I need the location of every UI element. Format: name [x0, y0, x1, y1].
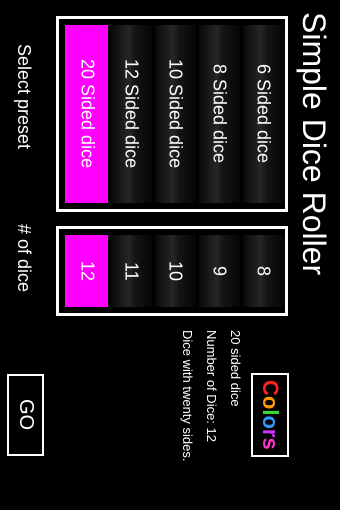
info-dice-description: Dice with twenty sides. — [180, 330, 195, 462]
go-button[interactable]: GO — [7, 374, 44, 456]
count-option[interactable]: 10 — [153, 235, 197, 307]
colors-button[interactable]: Colors — [251, 373, 289, 457]
go-button-label: GO — [15, 399, 37, 431]
colors-letter: C — [258, 380, 283, 397]
preset-picker[interactable]: 6 Sided dice 8 Sided dice 10 Sided dice … — [56, 16, 288, 212]
divider — [108, 235, 111, 307]
colors-button-label: Colors — [257, 380, 283, 450]
divider — [108, 25, 111, 203]
preset-option-selected[interactable]: 20 Sided dice — [65, 25, 109, 203]
divider — [196, 25, 199, 203]
preset-option[interactable]: 12 Sided dice — [109, 25, 153, 203]
count-option[interactable]: 9 — [197, 235, 241, 307]
preset-option[interactable]: 8 Sided dice — [197, 25, 241, 203]
count-option[interactable]: 11 — [109, 235, 153, 307]
divider — [196, 235, 199, 307]
preset-option[interactable]: 6 Sided dice — [241, 25, 285, 203]
info-dice-name: 20 sided dice — [228, 330, 243, 407]
colors-letter: o — [258, 396, 283, 410]
info-dice-count: Number of Dice: 12 — [204, 330, 219, 442]
num-dice-label: # of dice — [14, 224, 34, 293]
app-title: Simple Dice Roller — [296, 12, 332, 276]
colors-letter: o — [258, 415, 283, 430]
select-preset-label: Select preset — [14, 44, 34, 150]
colors-letter: r — [258, 429, 283, 438]
divider — [240, 235, 243, 307]
preset-option[interactable]: 10 Sided dice — [153, 25, 197, 203]
colors-letter: s — [258, 437, 283, 450]
dice-count-picker[interactable]: 8 9 10 11 12 — [56, 226, 288, 316]
count-option-selected[interactable]: 12 — [65, 235, 109, 307]
divider — [152, 235, 155, 307]
count-option[interactable]: 8 — [241, 235, 285, 307]
divider — [152, 25, 155, 203]
divider — [240, 25, 243, 203]
